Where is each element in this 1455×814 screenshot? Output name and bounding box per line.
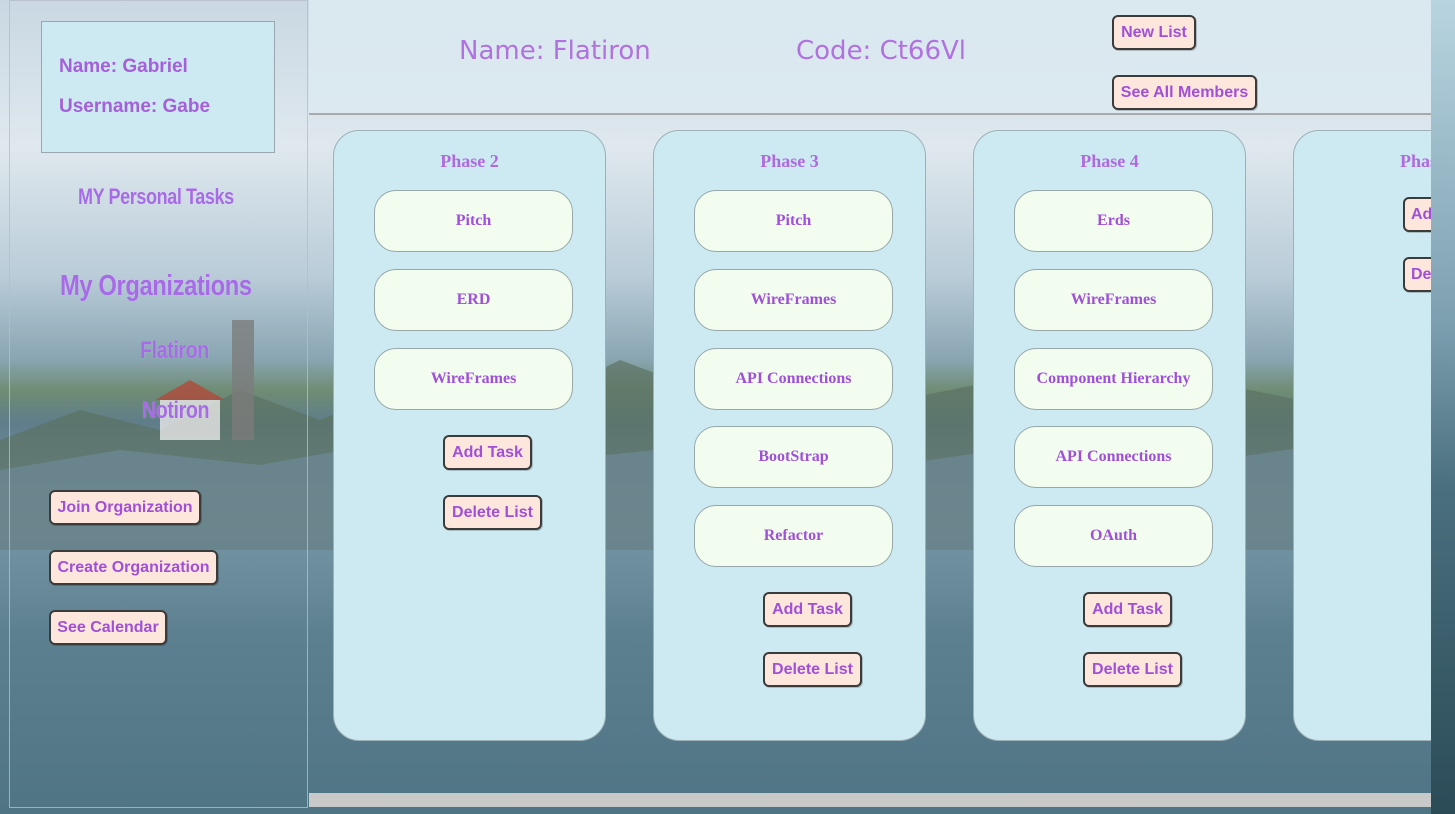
organization-link-flatiron[interactable]: Flatiron	[140, 337, 209, 365]
add-task-button[interactable]: Add Task	[763, 592, 852, 627]
task-card[interactable]: WireFrames	[374, 348, 573, 410]
list-title: Phase 2	[440, 151, 499, 171]
list-column: Phase 3 Pitch WireFrames API Connections…	[653, 130, 926, 741]
organization-link-notiron[interactable]: Notiron	[142, 397, 209, 425]
add-task-button[interactable]: Ad	[1403, 197, 1431, 232]
list-title: Phase 3	[760, 151, 819, 171]
user-name: Name: Gabriel	[59, 56, 188, 77]
see-all-members-button[interactable]: See All Members	[1112, 75, 1257, 110]
horizontal-scrollbar[interactable]	[309, 793, 1431, 807]
task-card[interactable]: Pitch	[374, 190, 573, 252]
delete-list-button[interactable]: Delete List	[763, 652, 862, 687]
organizations-heading: My Organizations	[60, 270, 252, 302]
task-card[interactable]: WireFrames	[694, 269, 893, 331]
list-title: Phase 4	[1080, 151, 1139, 171]
lists-board: Phase 2 Pitch ERD WireFrames Add Task De…	[309, 115, 1431, 793]
task-card[interactable]: Component Hierarchy	[1014, 348, 1213, 410]
user-username: Username: Gabe	[59, 96, 211, 117]
new-list-button[interactable]: New List	[1112, 15, 1196, 50]
add-task-button[interactable]: Add Task	[1083, 592, 1172, 627]
task-card[interactable]: OAuth	[1014, 505, 1213, 567]
task-card[interactable]: Refactor	[694, 505, 893, 567]
organization-header: Name: Flatiron Code: Ct66Vl	[309, 0, 1431, 115]
task-card[interactable]: API Connections	[694, 348, 893, 410]
list-column: Phase 2 Pitch ERD WireFrames Add Task De…	[333, 130, 606, 741]
organization-code: Code: Ct66Vl	[796, 36, 967, 66]
list-column: Phas Ad De	[1293, 130, 1431, 741]
background-edge	[1431, 0, 1455, 814]
create-organization-button[interactable]: Create Organization	[49, 550, 218, 585]
list-column: Phase 4 Erds WireFrames Component Hierar…	[973, 130, 1246, 741]
organization-name: Name: Flatiron	[459, 36, 651, 66]
join-organization-button[interactable]: Join Organization	[49, 490, 201, 525]
delete-list-button[interactable]: Delete List	[443, 495, 542, 530]
personal-tasks-link[interactable]: MY Personal Tasks	[78, 184, 234, 210]
task-card[interactable]: ERD	[374, 269, 573, 331]
list-title: Phas	[1400, 151, 1431, 171]
task-card[interactable]: Pitch	[694, 190, 893, 252]
see-calendar-button[interactable]: See Calendar	[49, 610, 167, 645]
add-task-button[interactable]: Add Task	[443, 435, 532, 470]
profile-card: Name: Gabriel Username: Gabe	[41, 21, 275, 153]
task-card[interactable]: Erds	[1014, 190, 1213, 252]
task-card[interactable]: BootStrap	[694, 426, 893, 488]
delete-list-button[interactable]: De	[1403, 257, 1431, 292]
task-card[interactable]: API Connections	[1014, 426, 1213, 488]
task-card[interactable]: WireFrames	[1014, 269, 1213, 331]
delete-list-button[interactable]: Delete List	[1083, 652, 1182, 687]
